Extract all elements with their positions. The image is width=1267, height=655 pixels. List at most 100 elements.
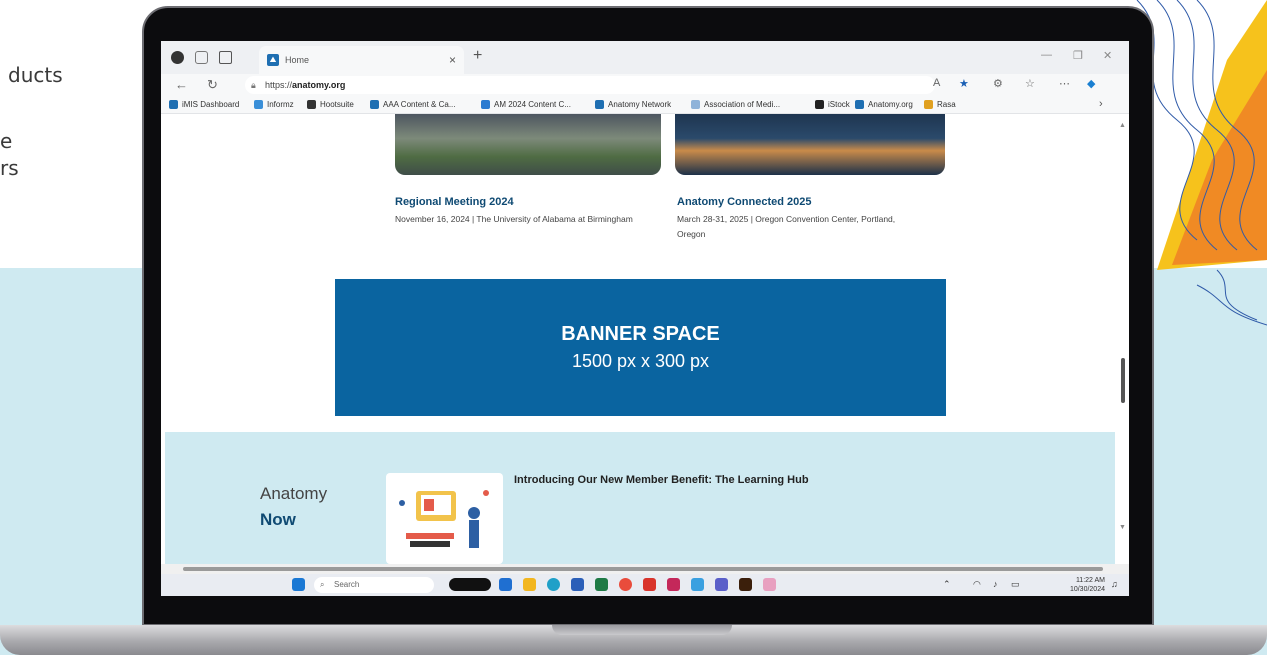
bookmark-icon: [595, 100, 604, 109]
bookmark-icon: [691, 100, 700, 109]
scroll-up-icon[interactable]: ▲: [1119, 122, 1126, 129]
event-title-1[interactable]: Regional Meeting 2024: [395, 196, 514, 208]
banner-size: 1500 px x 300 px: [571, 351, 710, 371]
clock-time: 11:22 AM: [1075, 577, 1105, 584]
bookmark-icon: [370, 100, 379, 109]
workspaces-icon[interactable]: [195, 51, 208, 64]
new-tab-icon[interactable]: +: [473, 47, 482, 65]
favorite-star-icon[interactable]: ★: [959, 77, 969, 90]
news-headline[interactable]: Introducing Our New Member Benefit: The …: [514, 473, 814, 488]
side-text-line-1: ducts: [8, 63, 63, 87]
scroll-thumb[interactable]: [1121, 358, 1125, 403]
copilot-icon[interactable]: ◆: [1087, 77, 1095, 90]
bookmark-item[interactable]: Informz: [254, 100, 294, 109]
learning-illustration-icon: [399, 490, 489, 548]
bookmark-item[interactable]: Association of Medi...: [691, 100, 780, 109]
edge-browser-icon[interactable]: [547, 578, 560, 591]
event-desc-1: November 16, 2024 | The University of Al…: [395, 214, 633, 224]
bookmark-item[interactable]: iStock: [815, 100, 850, 109]
illustrator-icon[interactable]: [739, 578, 752, 591]
bookmark-icon: [815, 100, 824, 109]
bookmark-item[interactable]: AM 2024 Content C...: [481, 100, 571, 109]
horizontal-scroll-thumb[interactable]: [183, 567, 1103, 571]
bookmark-icon: [307, 100, 316, 109]
bookmark-item[interactable]: Anatomy Network: [595, 100, 671, 109]
side-text-line-2: e: [0, 129, 13, 153]
bookmark-item[interactable]: iMIS Dashboard: [169, 100, 239, 109]
bookmarks-bar: iMIS Dashboard Informz Hootsuite AAA Con…: [161, 96, 1129, 114]
banner-ad[interactable]: BANNER SPACE 1500 px x 300 px: [335, 279, 946, 416]
anatomy-favicon-icon: ⛰: [267, 54, 279, 66]
minimize-icon[interactable]: —: [1041, 49, 1052, 61]
close-tab-icon[interactable]: ×: [449, 53, 456, 67]
event-desc-2: March 28-31, 2025 | Oregon Convention Ce…: [677, 214, 896, 239]
banner-title: BANNER SPACE: [561, 323, 720, 345]
url-prefix: https://: [265, 80, 293, 90]
url-domain: anatomy.org: [292, 80, 346, 90]
bookmark-item[interactable]: AAA Content & Ca...: [370, 100, 455, 109]
news-brand-line-1: Anatomy: [260, 484, 328, 503]
remote-desktop-icon[interactable]: [763, 578, 776, 591]
refresh-icon[interactable]: ↻: [207, 77, 218, 93]
event-photo-2[interactable]: [675, 114, 945, 175]
word-icon[interactable]: [571, 578, 584, 591]
news-thumbnail[interactable]: [386, 473, 503, 564]
teams-icon[interactable]: [715, 578, 728, 591]
bookmark-icon: [254, 100, 263, 109]
back-icon[interactable]: ←: [175, 77, 188, 92]
search-placeholder: Search: [334, 580, 360, 589]
profile-avatar-icon[interactable]: [171, 51, 184, 64]
news-brand-line-2: Now: [260, 510, 296, 529]
tab-title: Home: [285, 55, 310, 65]
horizontal-scrollbar[interactable]: [161, 564, 1129, 574]
widgets-icon[interactable]: [449, 578, 491, 591]
notification-bell-icon[interactable]: ♫: [1111, 579, 1118, 589]
stage: ducts e rs ⛰ Home × + — ❐ ✕ ← ↻ 🔒︎ https…: [0, 0, 1267, 655]
taskbar-search[interactable]: ⌕ Search: [314, 577, 434, 593]
bookmark-icon: [924, 100, 933, 109]
web-page: Regional Meeting 2024 November 16, 2024 …: [161, 114, 1129, 564]
bookmark-item[interactable]: Rasa: [924, 100, 956, 109]
bookmark-item[interactable]: Hootsuite: [307, 100, 354, 109]
favorites-icon[interactable]: ☆: [1025, 77, 1035, 90]
tray-chevron-icon[interactable]: ⌃: [943, 579, 951, 590]
taskbar-clock[interactable]: 11:22 AM 10/30/2024: [1070, 576, 1105, 594]
lock-icon: 🔒︎: [251, 80, 256, 90]
excel-icon[interactable]: [595, 578, 608, 591]
vertical-scrollbar[interactable]: ▲ ▼: [1118, 114, 1127, 564]
bookmark-icon: [481, 100, 490, 109]
news-section: Anatomy Now Introducing Our New Member B…: [165, 432, 1115, 564]
extensions-icon[interactable]: ⚙: [993, 77, 1003, 90]
chrome-icon[interactable]: [619, 578, 632, 591]
close-window-icon[interactable]: ✕: [1103, 49, 1112, 62]
tab-actions-icon[interactable]: [219, 51, 232, 64]
battery-icon[interactable]: ▭: [1011, 579, 1020, 590]
scroll-down-icon[interactable]: ▼: [1119, 524, 1126, 531]
more-options-icon[interactable]: ⋯: [1059, 77, 1070, 90]
restore-icon[interactable]: ❐: [1073, 49, 1083, 62]
tab-home[interactable]: ⛰ Home ×: [259, 46, 464, 74]
side-text-line-3: rs: [0, 156, 19, 180]
event-title-2[interactable]: Anatomy Connected 2025: [677, 196, 811, 208]
file-explorer-icon[interactable]: [523, 578, 536, 591]
notepad-icon[interactable]: [691, 578, 704, 591]
bookmark-icon: [855, 100, 864, 109]
bookmark-item[interactable]: Anatomy.org: [855, 100, 913, 109]
tab-bar: ⛰ Home × + — ❐ ✕: [161, 41, 1129, 74]
event-photo-1[interactable]: [395, 114, 661, 175]
laptop-screen: ⛰ Home × + — ❐ ✕ ← ↻ 🔒︎ https://anatomy.…: [161, 41, 1129, 596]
volume-icon[interactable]: ♪: [993, 579, 998, 589]
chevron-right-icon[interactable]: ›: [1099, 98, 1103, 110]
search-icon: ⌕: [320, 580, 325, 589]
acrobat-icon[interactable]: [643, 578, 656, 591]
clock-date: 10/30/2024: [1069, 586, 1105, 593]
read-aloud-icon[interactable]: A: [933, 77, 940, 89]
url-field[interactable]: 🔒︎ https://anatomy.org: [245, 76, 935, 94]
address-bar-row: ← ↻ 🔒︎ https://anatomy.org A ★ ⚙ ☆ ⋯ ◆: [161, 74, 1129, 96]
laptop-notch: [552, 625, 732, 635]
network-icon[interactable]: ◠: [973, 579, 981, 590]
outlook-icon[interactable]: [499, 578, 512, 591]
windows-start-icon[interactable]: [292, 578, 305, 591]
bookmark-icon: [169, 100, 178, 109]
indesign-icon[interactable]: [667, 578, 680, 591]
